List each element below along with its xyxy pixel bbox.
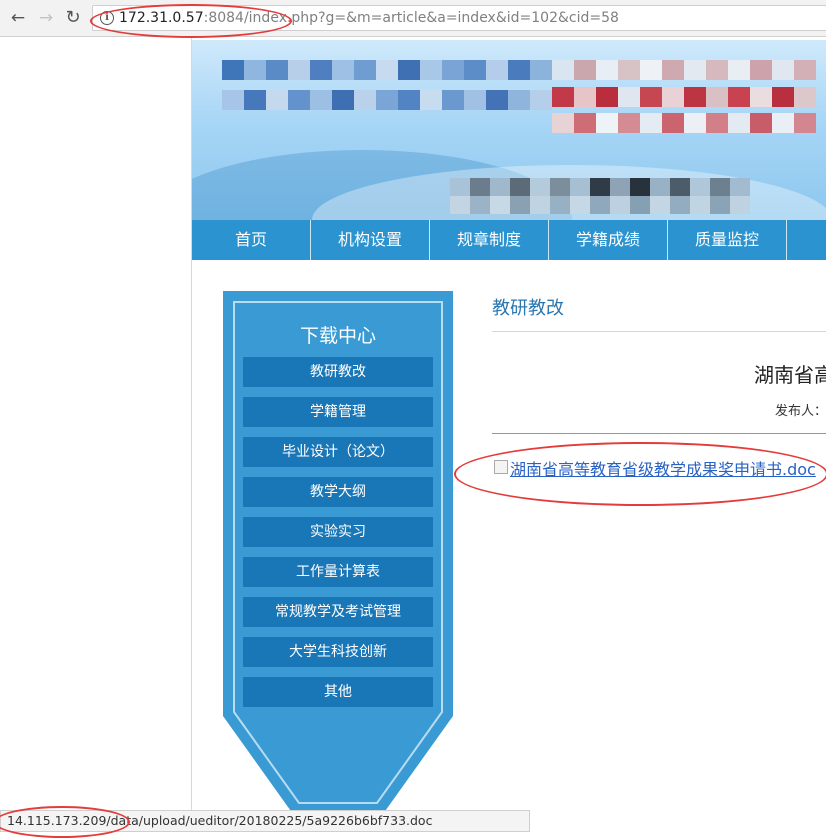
back-arrow-icon[interactable]: ←	[6, 6, 30, 30]
article-meta: 发布人：	[775, 404, 826, 419]
nav-item-records[interactable]: 学籍成绩	[549, 220, 668, 260]
url-path: :8084/index.php?g=&m=article&a=index&id=…	[203, 10, 619, 26]
banner-pixelated-subtitle	[450, 178, 750, 214]
forward-arrow-icon[interactable]: →	[34, 6, 58, 30]
sidebar-item-practice[interactable]: 实验实习	[243, 517, 433, 547]
site-info-icon[interactable]: i	[100, 11, 114, 25]
sidebar-item-innovation[interactable]: 大学生科技创新	[243, 637, 433, 667]
nav-item-regulations[interactable]: 规章制度	[430, 220, 549, 260]
nav-item-organization[interactable]: 机构设置	[311, 220, 430, 260]
main-nav: 首页 机构设置 规章制度 学籍成绩 质量监控 教	[192, 220, 826, 260]
download-center-sidebar: 下载中心 教研教改 学籍管理 毕业设计（论文） 教学大纲 实验实习 工作量计算表…	[223, 291, 453, 814]
reload-icon[interactable]: ↻	[61, 6, 85, 30]
url-text: 172.31.0.57:8084/index.php?g=&m=article&…	[119, 10, 619, 26]
section-heading[interactable]: 教研教改	[492, 294, 564, 320]
nav-item-truncated[interactable]: 教	[787, 220, 826, 260]
sidebar-item-enrollment[interactable]: 学籍管理	[243, 397, 433, 427]
sidebar-item-workload[interactable]: 工作量计算表	[243, 557, 433, 587]
browser-toolbar: ← → ↻ i 172.31.0.57:8084/index.php?g=&m=…	[0, 0, 826, 37]
nav-item-quality[interactable]: 质量监控	[668, 220, 787, 260]
article-title: 湖南省高	[754, 363, 826, 387]
status-bar-url: 14.115.173.209/data/upload/ueditor/20180…	[0, 810, 530, 832]
divider	[492, 331, 826, 332]
sidebar-item-other[interactable]: 其他	[243, 677, 433, 707]
banner-pixelated-title	[552, 60, 822, 140]
url-host: 172.31.0.57	[119, 10, 204, 26]
sidebar-item-teaching-reform[interactable]: 教研教改	[243, 357, 433, 387]
banner-pixelated-logo	[222, 60, 552, 120]
site-banner	[192, 40, 826, 220]
divider	[492, 433, 826, 434]
sidebar-item-exams[interactable]: 常规教学及考试管理	[243, 597, 433, 627]
broken-image-icon	[494, 460, 508, 474]
sidebar-title: 下载中心	[299, 325, 376, 347]
nav-item-home[interactable]: 首页	[192, 220, 311, 260]
attachment-download-link[interactable]: 湖南省高等教育省级教学成果奖申请书.doc	[510, 456, 816, 480]
sidebar-item-syllabus[interactable]: 教学大纲	[243, 477, 433, 507]
address-bar[interactable]: i 172.31.0.57:8084/index.php?g=&m=articl…	[92, 5, 826, 31]
sidebar-item-thesis[interactable]: 毕业设计（论文）	[243, 437, 433, 467]
